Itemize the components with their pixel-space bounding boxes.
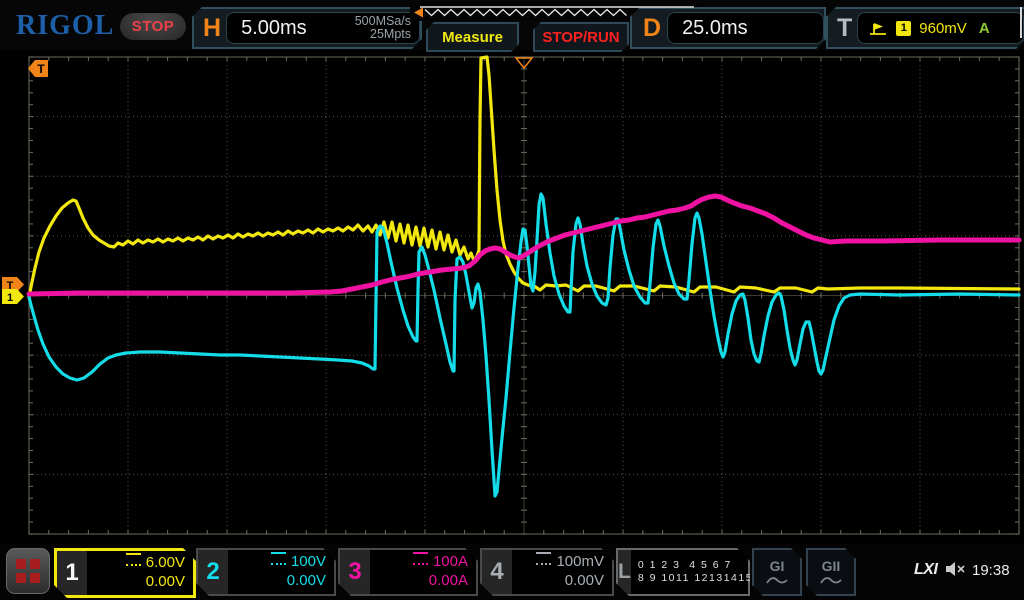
logic-row-2: 8 9 1011 12131415 (638, 572, 753, 585)
memory-bar-waveform (414, 7, 694, 18)
bottom-status-bar: 1 6.00V 0.00V 2 100V 0.00V 3 100A 0.00A … (0, 544, 1024, 600)
channel-1-offset: 0.00V (87, 572, 185, 591)
sine-wave-icon (765, 574, 789, 586)
menu-button[interactable] (6, 548, 50, 594)
channel-4-values: 100mV 0.00V (512, 550, 612, 594)
dc-coupling-icon (413, 552, 428, 565)
channel-2-scale: 100V (291, 553, 326, 570)
menu-grid-icon (16, 559, 40, 583)
channel-3-box[interactable]: 3 100A 0.00A (338, 548, 478, 596)
channel-1-box[interactable]: 1 6.00V 0.00V (54, 548, 196, 598)
dc-coupling-icon (126, 553, 141, 566)
logic-label: L (618, 550, 631, 594)
channel-3-values: 100A 0.00A (370, 550, 476, 594)
channel-3-offset: 0.00A (370, 571, 468, 590)
dc-coupling-icon (536, 552, 551, 565)
channel-2-number: 2 (198, 550, 228, 594)
svg-text:T: T (37, 62, 45, 76)
channel-1-values: 6.00V 0.00V (87, 551, 193, 595)
channel-4-scale: 100mV (556, 553, 604, 570)
channel-1-number: 1 (57, 551, 87, 595)
channel-2-values: 100V 0.00V (228, 550, 334, 594)
logic-channels-box[interactable]: L 0 1 2 3 4 5 6 7 8 9 1011 12131415 (616, 548, 750, 596)
speaker-mute-icon[interactable] (944, 560, 966, 578)
channel-4-box[interactable]: 4 100mV 0.00V (480, 548, 614, 596)
generator-1-button[interactable]: GI (752, 548, 802, 596)
generator-2-button[interactable]: GII (806, 548, 856, 596)
generator-1-label: GI (770, 558, 785, 574)
generator-2-label: GII (822, 558, 841, 574)
channel-1-scale: 6.00V (146, 554, 185, 571)
logic-row-1: 0 1 2 3 4 5 6 7 (638, 559, 753, 572)
channel-2-box[interactable]: 2 100V 0.00V (196, 548, 336, 596)
clock: 19:38 (972, 562, 1010, 579)
ch1-zero-marker[interactable]: 1 (2, 289, 24, 304)
channel-3-number: 3 (340, 550, 370, 594)
dc-coupling-icon (271, 552, 286, 565)
waveform-display[interactable]: TT1 (0, 0, 1024, 600)
channel-4-number: 4 (482, 550, 512, 594)
channel-3-scale: 100A (433, 553, 468, 570)
channel-2-offset: 0.00V (228, 571, 326, 590)
lxi-status: LXI (914, 561, 937, 579)
sine-wave-icon (819, 574, 843, 586)
svg-text:1: 1 (7, 292, 13, 304)
logic-channel-list: 0 1 2 3 4 5 6 7 8 9 1011 12131415 (631, 550, 753, 594)
channel-4-offset: 0.00V (512, 571, 604, 590)
trigger-position-marker[interactable]: T (28, 60, 48, 77)
